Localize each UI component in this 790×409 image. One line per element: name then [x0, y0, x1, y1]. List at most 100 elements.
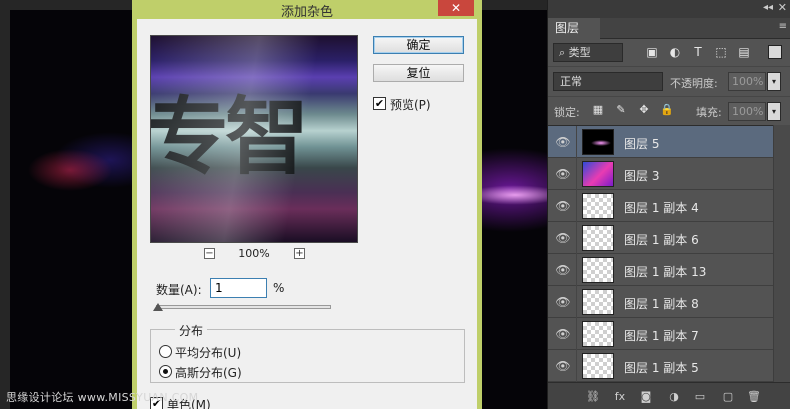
layer-thumbnail[interactable]	[582, 353, 614, 379]
amount-unit: %	[273, 281, 285, 295]
new-group-icon[interactable]: ▭	[692, 389, 708, 405]
visibility-eye-icon[interactable]: 👁	[554, 294, 572, 310]
layer-list-scrollbar[interactable]	[773, 125, 790, 382]
opacity-label: 不透明度:	[670, 77, 718, 90]
gaussian-label: 高斯分布(G)	[175, 366, 242, 380]
visibility-eye-icon[interactable]: 👁	[554, 198, 572, 214]
opacity-dropdown-button[interactable]: ▾	[767, 72, 781, 91]
layer-style-icon[interactable]: fx	[612, 389, 628, 405]
delete-layer-icon[interactable]: 🗑	[746, 389, 762, 405]
layer-name[interactable]: 图层 1 副本 6	[624, 231, 699, 248]
preview-zoom-row: − 100% +	[150, 247, 358, 261]
panel-close-icon[interactable]: ✕	[778, 1, 787, 14]
layer-divider	[576, 190, 577, 222]
panel-tabbar: 图层 ≡	[548, 18, 790, 39]
layer-thumbnail[interactable]	[582, 193, 614, 219]
layer-list: 👁 图层 5 👁 图层 3 👁 图层 1 副本 4 👁 图层 1 副本 6 👁 图层 1 副本 1…	[548, 125, 790, 382]
layer-divider	[576, 286, 577, 318]
add-noise-dialog: 添加杂色 ✕ 专智 − 100% + 确定 复位 ✔ 预览(P) 数量(A): …	[132, 0, 482, 409]
watermark: 思缘设计论坛 www.MISSYUAN.COM	[6, 391, 199, 404]
layer-row[interactable]: 👁 图层 1 副本 13	[548, 254, 774, 286]
reset-button[interactable]: 复位	[373, 64, 464, 82]
layer-row[interactable]: 👁 图层 1 副本 7	[548, 318, 774, 350]
layer-row[interactable]: 👁 图层 3	[548, 158, 774, 190]
filter-toggle[interactable]	[768, 45, 782, 59]
visibility-eye-icon[interactable]: 👁	[554, 230, 572, 246]
lock-row: 锁定: ▦ ✎ ✥ 🔒 填充: 100% ▾	[548, 96, 790, 124]
distribution-legend: 分布	[175, 322, 208, 339]
layer-divider	[576, 126, 577, 158]
uniform-label: 平均分布(U)	[175, 346, 242, 360]
layer-row[interactable]: 👁 图层 1 副本 4	[548, 190, 774, 222]
layer-thumbnail[interactable]	[582, 289, 614, 315]
layer-divider	[576, 158, 577, 190]
lock-position-icon[interactable]: ✥	[637, 103, 651, 117]
pixel-filter-icon[interactable]: ▣	[644, 44, 660, 60]
blend-row: 正常 不透明度: 100% ▾	[548, 66, 790, 96]
layer-name[interactable]: 图层 1 副本 7	[624, 327, 699, 344]
lock-transparent-pixels-icon[interactable]: ▦	[591, 103, 605, 117]
shape-filter-icon[interactable]: ⬚	[713, 44, 729, 60]
layer-thumbnail[interactable]	[582, 129, 614, 155]
layer-name[interactable]: 图层 1 副本 8	[624, 295, 699, 312]
layer-divider	[576, 222, 577, 254]
zoom-in-button[interactable]: +	[294, 248, 305, 259]
fill-dropdown-button[interactable]: ▾	[767, 102, 781, 121]
new-layer-icon[interactable]: ▢	[720, 389, 736, 405]
layer-thumbnail[interactable]	[582, 321, 614, 347]
lock-all-icon[interactable]: 🔒	[660, 103, 674, 117]
gaussian-radio[interactable]	[159, 365, 172, 378]
add-mask-icon[interactable]: ◙	[638, 389, 654, 405]
layer-filter-row: ⌕ 类型 ▣ ◐ T ⬚ ▤	[548, 40, 790, 66]
layer-row[interactable]: 👁 图层 5	[548, 126, 774, 158]
visibility-eye-icon[interactable]: 👁	[554, 358, 572, 374]
visibility-eye-icon[interactable]: 👁	[554, 262, 572, 278]
dialog-close-button[interactable]: ✕	[438, 0, 474, 16]
tab-layers[interactable]: 图层	[548, 18, 600, 39]
amount-input[interactable]	[210, 278, 267, 298]
smart-object-filter-icon[interactable]: ▤	[736, 44, 752, 60]
zoom-value: 100%	[238, 247, 270, 260]
dialog-title: 添加杂色	[280, 5, 333, 20]
layer-name[interactable]: 图层 1 副本 5	[624, 359, 699, 376]
layer-divider	[576, 254, 577, 286]
fill-input[interactable]: 100%	[728, 102, 766, 121]
preview-checkbox[interactable]: ✔	[373, 97, 386, 110]
dialog-titlebar[interactable]: 添加杂色 ✕	[132, 0, 482, 20]
dialog-body: 专智 − 100% + 确定 复位 ✔ 预览(P) 数量(A): % 分布 平均…	[137, 19, 477, 409]
layer-name[interactable]: 图层 1 副本 13	[624, 263, 706, 280]
visibility-eye-icon[interactable]: 👁	[554, 166, 572, 182]
visibility-eye-icon[interactable]: 👁	[554, 134, 572, 150]
filter-type-select[interactable]: ⌕ 类型	[553, 43, 623, 62]
new-adjustment-layer-icon[interactable]: ◑	[666, 389, 682, 405]
amount-slider-handle[interactable]	[153, 303, 163, 311]
layer-name[interactable]: 图层 5	[624, 135, 659, 152]
text-filter-icon[interactable]: T	[690, 44, 706, 60]
visibility-eye-icon[interactable]: 👁	[554, 326, 572, 342]
layer-thumbnail[interactable]	[582, 257, 614, 283]
layer-row[interactable]: 👁 图层 1 副本 8	[548, 286, 774, 318]
lock-image-pixels-icon[interactable]: ✎	[614, 103, 628, 117]
panel-menu-icon[interactable]: ≡	[779, 21, 787, 32]
amount-slider-track[interactable]	[156, 305, 331, 309]
layer-row[interactable]: 👁 图层 1 副本 5	[548, 350, 774, 382]
adjustment-filter-icon[interactable]: ◐	[667, 44, 683, 60]
layer-name[interactable]: 图层 3	[624, 167, 659, 184]
uniform-radio[interactable]	[159, 345, 172, 358]
preview-sheen	[151, 36, 357, 242]
opacity-input[interactable]: 100%	[728, 72, 766, 91]
panel-topbar: ◂◂ ✕	[548, 0, 790, 18]
layer-divider	[576, 318, 577, 350]
link-layers-icon[interactable]: ⛓	[585, 389, 601, 405]
layer-thumbnail[interactable]	[582, 225, 614, 251]
panel-footer: ⛓ fx ◙ ◑ ▭ ▢ 🗑	[548, 382, 790, 409]
collapse-icon[interactable]: ◂◂	[763, 2, 773, 13]
filter-preview[interactable]: 专智	[150, 35, 358, 243]
layer-thumbnail[interactable]	[582, 161, 614, 187]
layer-name[interactable]: 图层 1 副本 4	[624, 199, 699, 216]
preview-label: 预览(P)	[390, 98, 431, 112]
fill-label: 填充:	[696, 106, 722, 119]
blend-mode-select[interactable]: 正常	[553, 72, 663, 91]
ok-button[interactable]: 确定	[373, 36, 464, 54]
layer-row[interactable]: 👁 图层 1 副本 6	[548, 222, 774, 254]
